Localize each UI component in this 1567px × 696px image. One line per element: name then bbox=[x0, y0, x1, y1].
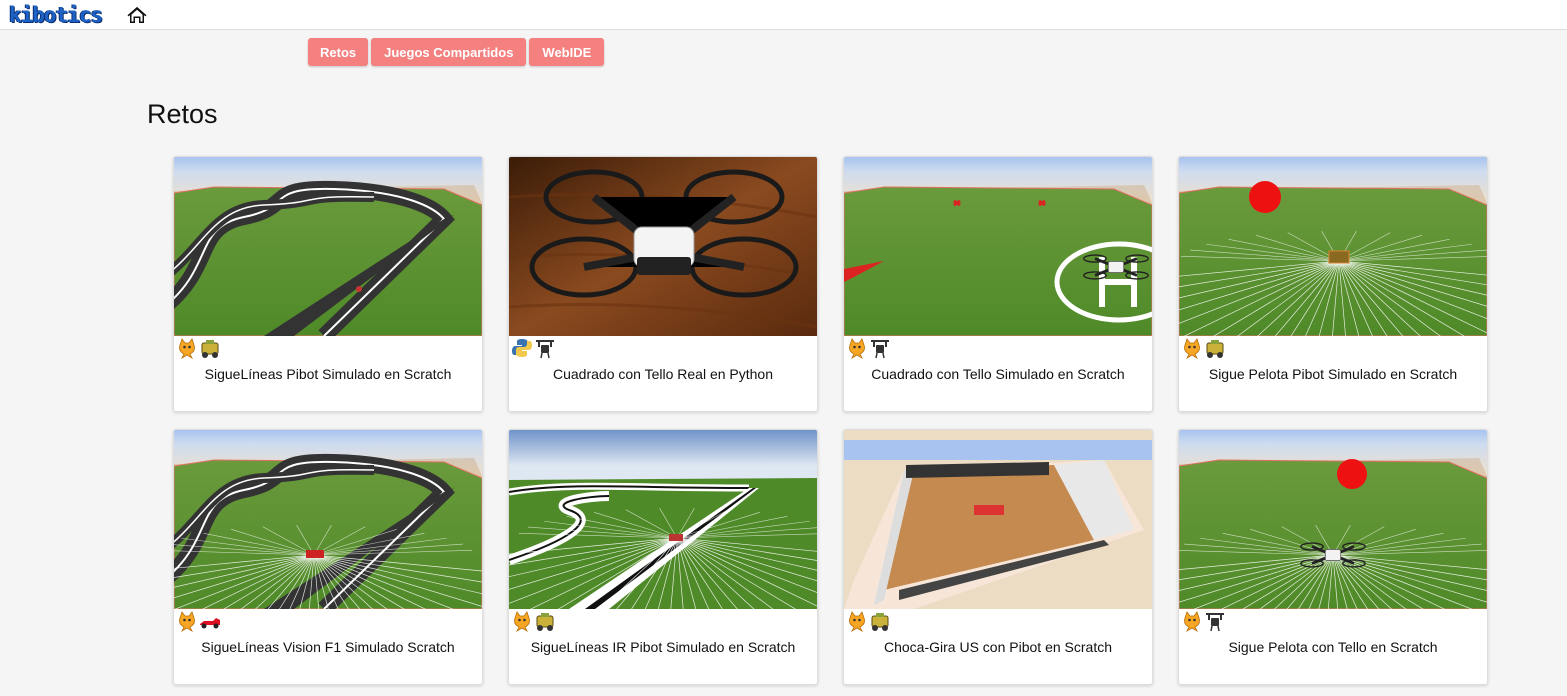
scratch-cat-icon bbox=[1181, 337, 1203, 360]
pibot-robot-icon bbox=[534, 610, 556, 632]
challenge-card[interactable]: Cuadrado con Tello Simulado en Scratch bbox=[843, 156, 1153, 412]
tech-icons bbox=[511, 610, 556, 633]
tech-icons bbox=[846, 610, 891, 633]
challenge-thumbnail[interactable] bbox=[844, 430, 1152, 609]
challenge-card[interactable]: Sigue Pelota con Tello en Scratch bbox=[1178, 429, 1488, 685]
challenge-thumbnail[interactable] bbox=[174, 430, 482, 609]
f1-car-icon bbox=[199, 610, 221, 632]
python-icon bbox=[511, 337, 533, 359]
tech-icons bbox=[511, 337, 556, 359]
kibotics-logo[interactable]: kibotics bbox=[9, 3, 103, 27]
juegos-compartidos-button[interactable]: Juegos Compartidos bbox=[371, 38, 527, 66]
pibot-robot-icon bbox=[869, 610, 891, 632]
tech-icons bbox=[1181, 337, 1226, 360]
top-navbar: kibotics bbox=[0, 0, 1567, 30]
challenge-card[interactable]: SigueLíneas IR Pibot Simulado en Scratch bbox=[508, 429, 818, 685]
challenge-card[interactable]: Cuadrado con Tello Real en Python bbox=[508, 156, 818, 412]
pibot-robot-icon bbox=[1204, 337, 1226, 359]
retos-button[interactable]: Retos bbox=[308, 38, 369, 66]
drone-icon bbox=[534, 337, 556, 359]
challenge-grid: SigueLíneas Pibot Simulado en Scratch Cu… bbox=[173, 156, 1488, 685]
webide-button[interactable]: WebIDE bbox=[529, 38, 605, 66]
challenge-thumbnail[interactable] bbox=[1179, 430, 1487, 609]
tech-icons bbox=[176, 610, 221, 633]
challenge-card[interactable]: Choca-Gira US con Pibot en Scratch bbox=[843, 429, 1153, 685]
challenge-title[interactable]: SigueLíneas Vision F1 Simulado Scratch bbox=[174, 639, 482, 655]
challenge-card[interactable]: SigueLíneas Pibot Simulado en Scratch bbox=[173, 156, 483, 412]
scratch-cat-icon bbox=[176, 610, 198, 633]
challenge-title[interactable]: Choca-Gira US con Pibot en Scratch bbox=[844, 639, 1152, 655]
challenge-title[interactable]: Cuadrado con Tello Simulado en Scratch bbox=[844, 366, 1152, 382]
challenge-thumbnail[interactable] bbox=[844, 157, 1152, 336]
scratch-cat-icon bbox=[1181, 610, 1203, 633]
scratch-cat-icon bbox=[176, 337, 198, 360]
tech-icons bbox=[176, 337, 221, 360]
drone-icon bbox=[869, 337, 891, 359]
challenge-card[interactable]: Sigue Pelota Pibot Simulado en Scratch bbox=[1178, 156, 1488, 412]
challenge-card[interactable]: SigueLíneas Vision F1 Simulado Scratch bbox=[173, 429, 483, 685]
challenge-title[interactable]: SigueLíneas Pibot Simulado en Scratch bbox=[174, 366, 482, 382]
challenge-title[interactable]: Sigue Pelota Pibot Simulado en Scratch bbox=[1179, 366, 1487, 382]
pibot-robot-icon bbox=[199, 337, 221, 359]
scratch-cat-icon bbox=[846, 610, 868, 633]
section-nav: Retos Juegos Compartidos WebIDE bbox=[308, 38, 605, 66]
challenge-title[interactable]: Cuadrado con Tello Real en Python bbox=[509, 366, 817, 382]
tech-icons bbox=[1181, 610, 1226, 633]
challenge-thumbnail[interactable] bbox=[1179, 157, 1487, 336]
challenge-title[interactable]: Sigue Pelota con Tello en Scratch bbox=[1179, 639, 1487, 655]
drone-icon bbox=[1204, 610, 1226, 632]
challenge-thumbnail[interactable] bbox=[509, 157, 817, 336]
home-icon[interactable] bbox=[127, 5, 147, 25]
challenge-thumbnail[interactable] bbox=[509, 430, 817, 609]
challenge-thumbnail[interactable] bbox=[174, 157, 482, 336]
scratch-cat-icon bbox=[511, 610, 533, 633]
challenge-title[interactable]: SigueLíneas IR Pibot Simulado en Scratch bbox=[509, 639, 817, 655]
tech-icons bbox=[846, 337, 891, 360]
page-title: Retos bbox=[147, 99, 218, 129]
scratch-cat-icon bbox=[846, 337, 868, 360]
